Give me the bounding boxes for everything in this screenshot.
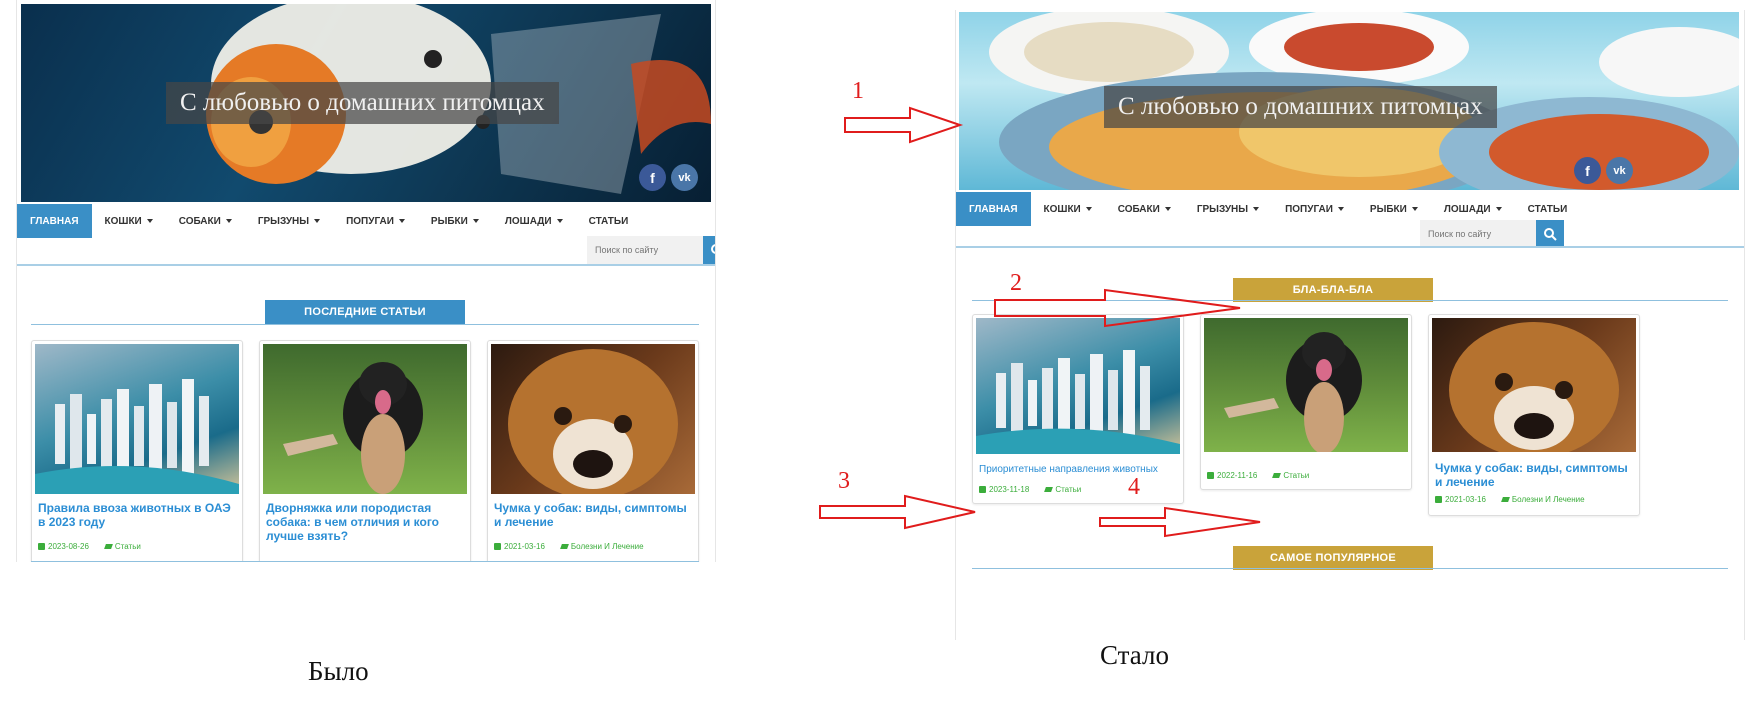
annotation-number: 4 — [1128, 474, 1140, 500]
arrow-2 — [994, 288, 1241, 328]
arrow-1 — [844, 106, 964, 144]
arrow-3 — [819, 494, 976, 530]
annotation-number: 3 — [838, 468, 850, 494]
annotation-arrows — [819, 106, 1261, 538]
caption-after: Стало — [1100, 640, 1169, 670]
caption-before: Было — [308, 656, 369, 686]
arrow-4 — [1099, 506, 1261, 538]
annotation-number: 1 — [852, 78, 864, 104]
annotation-number: 2 — [1010, 270, 1022, 296]
